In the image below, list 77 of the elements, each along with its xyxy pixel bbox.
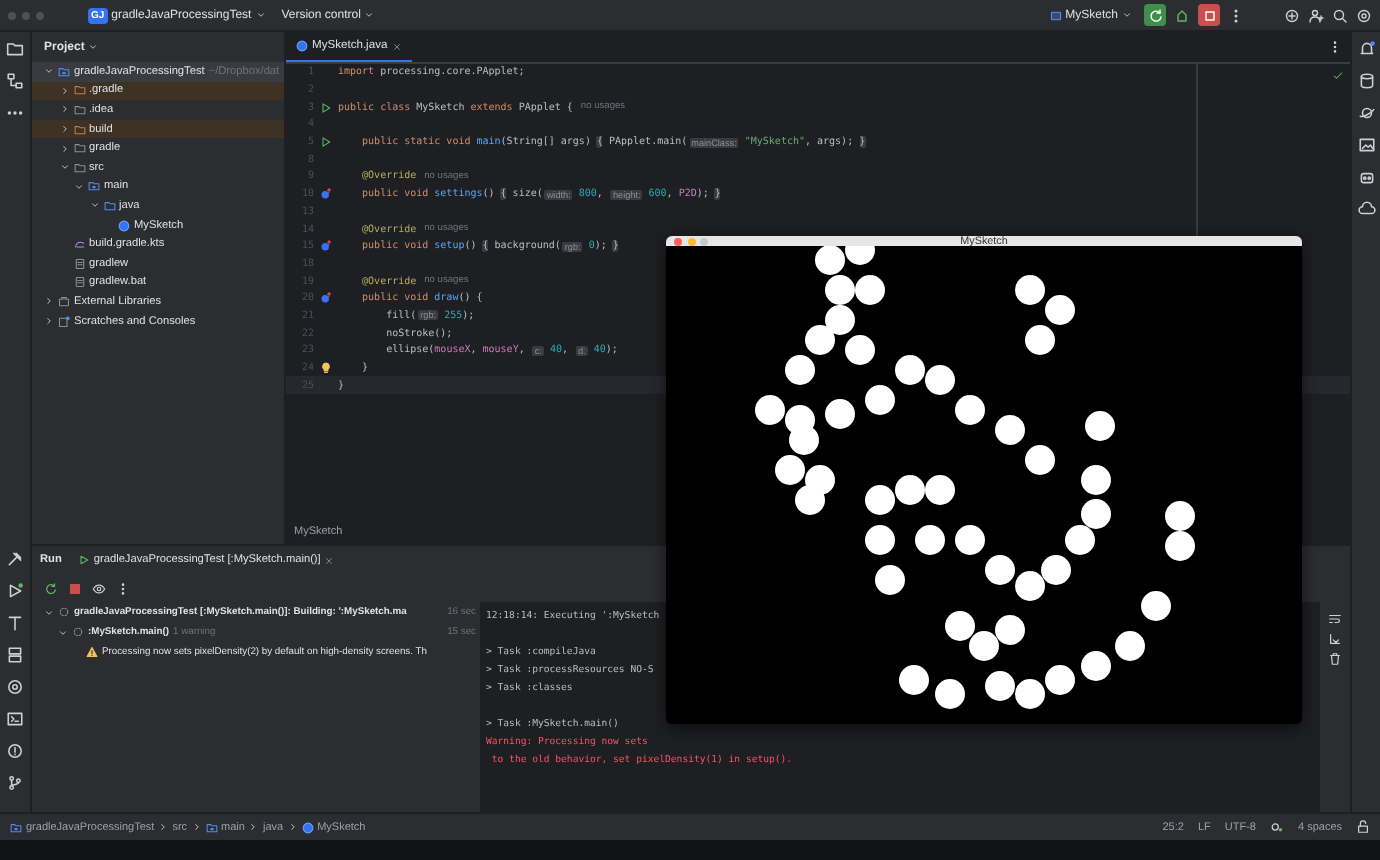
chevron-icon bbox=[1122, 10, 1132, 20]
chevron-icon bbox=[158, 822, 169, 832]
chevron-icon[interactable] bbox=[59, 124, 69, 135]
lock-icon[interactable] bbox=[1356, 820, 1370, 834]
chevron-icon bbox=[88, 42, 99, 52]
class-icon bbox=[296, 40, 308, 52]
gradle-file-icon bbox=[73, 238, 85, 251]
chevron-icon[interactable] bbox=[59, 104, 69, 115]
rerun-button[interactable] bbox=[1144, 4, 1166, 26]
module-folder-icon bbox=[88, 180, 100, 193]
stop-icon[interactable] bbox=[68, 581, 82, 595]
rerun-icon bbox=[1147, 7, 1163, 23]
folder-icon bbox=[103, 199, 115, 212]
chevron-icon[interactable] bbox=[44, 296, 54, 307]
chevron-icon[interactable] bbox=[44, 316, 54, 327]
class-icon bbox=[301, 821, 314, 833]
structure-icon[interactable] bbox=[6, 72, 24, 90]
scroll-end-icon[interactable] bbox=[1328, 632, 1342, 646]
text-icon[interactable] bbox=[6, 614, 24, 632]
run-icon[interactable] bbox=[320, 136, 332, 149]
module-folder-icon bbox=[10, 821, 22, 833]
soft-wrap-icon[interactable] bbox=[1328, 612, 1342, 626]
chevron-icon bbox=[364, 10, 375, 20]
chevron-icon[interactable] bbox=[44, 66, 54, 77]
bell-icon[interactable] bbox=[1357, 40, 1375, 58]
scratch-icon bbox=[58, 315, 70, 328]
robot-icon[interactable] bbox=[1357, 168, 1375, 186]
eye-icon[interactable] bbox=[92, 581, 106, 595]
problems-icon[interactable] bbox=[6, 742, 24, 760]
bulb-icon[interactable] bbox=[320, 362, 332, 375]
circle-icon[interactable] bbox=[6, 678, 24, 696]
file-icon bbox=[73, 257, 85, 270]
rerun-icon[interactable] bbox=[44, 581, 58, 595]
stop-icon bbox=[1201, 7, 1217, 23]
chevron-icon[interactable] bbox=[44, 607, 54, 617]
chevron-icon[interactable] bbox=[59, 143, 69, 154]
settings-icon[interactable] bbox=[1356, 7, 1372, 23]
chevron-icon bbox=[191, 822, 202, 832]
chevron-icon bbox=[248, 822, 259, 832]
override-icon[interactable] bbox=[320, 240, 332, 253]
database-icon[interactable] bbox=[1357, 72, 1375, 90]
check-icon bbox=[1332, 70, 1344, 82]
library-icon bbox=[58, 295, 70, 308]
override-icon[interactable] bbox=[320, 188, 332, 201]
more-icon[interactable] bbox=[1328, 40, 1342, 54]
cloud-icon[interactable] bbox=[1357, 200, 1375, 218]
close-icon bbox=[324, 555, 335, 565]
terminal-icon[interactable] bbox=[6, 710, 24, 728]
layers-icon[interactable] bbox=[6, 646, 24, 664]
warning-icon bbox=[86, 646, 98, 658]
image-icon[interactable] bbox=[1357, 136, 1375, 154]
trash-icon[interactable] bbox=[1328, 652, 1342, 666]
run-icon[interactable] bbox=[6, 582, 24, 600]
planet-icon[interactable] bbox=[1357, 104, 1375, 122]
file-icon bbox=[73, 276, 85, 289]
chevron-icon[interactable] bbox=[59, 162, 69, 173]
run-icon bbox=[77, 554, 90, 566]
module-folder-icon bbox=[58, 65, 70, 78]
override-icon[interactable] bbox=[320, 292, 332, 305]
chevron-icon bbox=[255, 10, 266, 20]
add-user-icon[interactable] bbox=[1308, 7, 1324, 23]
git-icon[interactable] bbox=[6, 774, 24, 792]
chevron-icon[interactable] bbox=[89, 200, 99, 211]
more-icon[interactable] bbox=[116, 581, 130, 595]
module-folder-icon bbox=[205, 821, 218, 833]
chevron-icon[interactable] bbox=[58, 627, 68, 637]
chevron-icon[interactable] bbox=[74, 181, 84, 192]
close-icon[interactable] bbox=[391, 41, 402, 51]
hammer-icon[interactable] bbox=[6, 550, 24, 568]
window-icon bbox=[1049, 9, 1062, 21]
chevron-icon[interactable] bbox=[59, 85, 69, 96]
chevron-icon bbox=[287, 822, 298, 832]
run-icon[interactable] bbox=[320, 101, 332, 114]
class-icon bbox=[118, 219, 130, 232]
search-icon[interactable] bbox=[1332, 7, 1348, 23]
folder-icon[interactable] bbox=[6, 40, 24, 58]
stop-button[interactable] bbox=[1198, 4, 1220, 26]
